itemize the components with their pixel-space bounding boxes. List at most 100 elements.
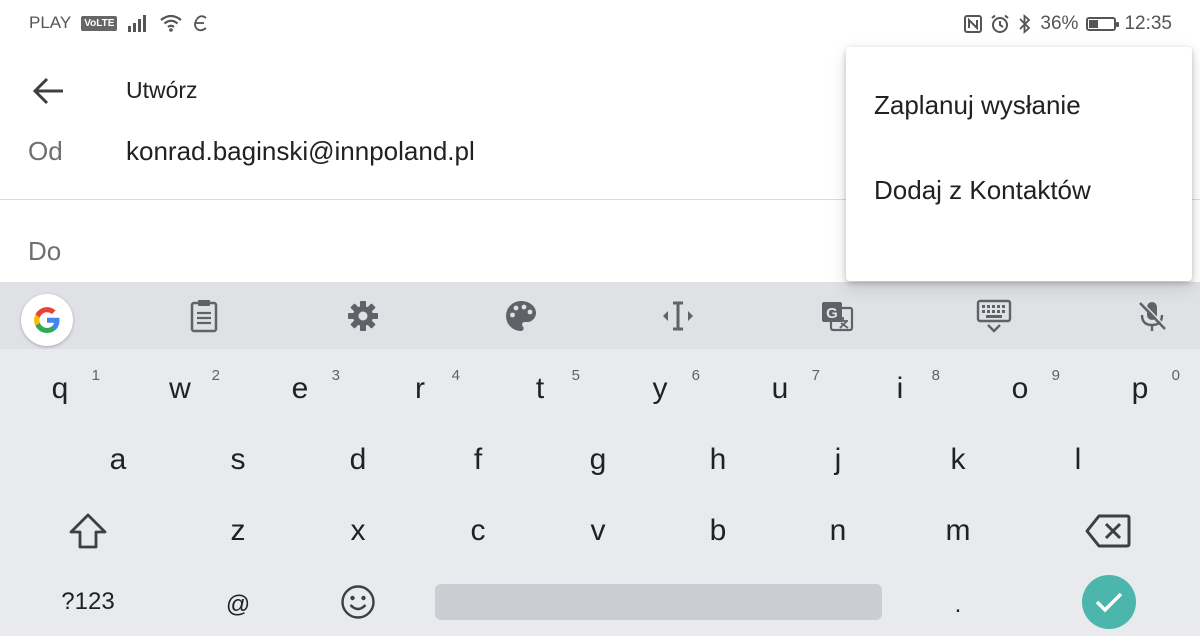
key-hint: 2 xyxy=(211,367,220,384)
e-icon xyxy=(193,14,209,32)
keyboard-mode-button[interactable] xyxy=(972,294,1016,338)
key-hint: 7 xyxy=(811,367,820,384)
clipboard-button[interactable] xyxy=(182,294,226,338)
key-label: d xyxy=(349,443,367,476)
translate-button[interactable]: G xyxy=(815,294,859,338)
key-e[interactable]: e3 xyxy=(250,354,350,424)
key-label: m xyxy=(945,514,971,547)
menu-item-partial[interactable] xyxy=(846,235,1192,281)
keyboard-toolbar: G xyxy=(0,282,1200,349)
arrow-back-icon xyxy=(33,77,63,105)
enter-key[interactable] xyxy=(1082,575,1136,629)
key-label: r xyxy=(415,372,425,405)
key-hint: 0 xyxy=(1171,367,1180,384)
key-hint: 3 xyxy=(331,367,340,384)
nfc-icon xyxy=(964,15,983,33)
shift-icon xyxy=(69,513,107,549)
carrier-label: PLAY xyxy=(29,13,72,32)
backspace-icon xyxy=(1085,514,1131,548)
signal-icon xyxy=(127,14,149,32)
key-p[interactable]: p0 xyxy=(1090,354,1190,424)
key-b[interactable]: b xyxy=(668,496,768,566)
key-hint: 8 xyxy=(931,367,940,384)
key-label: s xyxy=(230,443,246,476)
symbols-key[interactable]: ?123 xyxy=(38,567,138,637)
key-n[interactable]: n xyxy=(788,496,888,566)
at-key[interactable]: @ xyxy=(188,570,288,640)
volte-badge: VoLTE xyxy=(81,15,118,31)
status-bar-right: 36% 12:35 xyxy=(964,13,1172,35)
key-d[interactable]: d xyxy=(308,425,408,495)
key-label: b xyxy=(709,514,727,547)
battery-icon xyxy=(1086,17,1120,31)
key-t[interactable]: t5 xyxy=(490,354,590,424)
key-a[interactable]: a xyxy=(68,425,168,495)
clipboard-icon xyxy=(190,300,218,333)
google-button[interactable] xyxy=(21,294,73,346)
key-label: f xyxy=(473,443,483,476)
key-h[interactable]: h xyxy=(668,425,768,495)
key-label: z xyxy=(230,514,246,547)
backspace-key[interactable] xyxy=(1058,496,1158,566)
palette-icon xyxy=(506,301,537,331)
key-y[interactable]: y6 xyxy=(610,354,710,424)
key-o[interactable]: o9 xyxy=(970,354,1070,424)
key-v[interactable]: v xyxy=(548,496,648,566)
key-u[interactable]: u7 xyxy=(730,354,830,424)
key-k[interactable]: k xyxy=(908,425,1008,495)
key-s[interactable]: s xyxy=(188,425,288,495)
from-field[interactable]: konrad.baginski@innpoland.pl xyxy=(126,136,475,167)
key-z[interactable]: z xyxy=(188,496,288,566)
to-field[interactable]: Do xyxy=(28,236,61,267)
key-i[interactable]: i8 xyxy=(850,354,950,424)
voice-input-button[interactable] xyxy=(1130,294,1174,338)
menu-item-schedule-send[interactable]: Zaplanuj wysłanie xyxy=(846,65,1192,145)
key-m[interactable]: m xyxy=(908,496,1008,566)
settings-button[interactable] xyxy=(341,294,385,338)
key-label: l xyxy=(1074,443,1082,476)
bluetooth-icon xyxy=(1018,14,1032,34)
space-key[interactable] xyxy=(435,584,882,620)
key-hint: 1 xyxy=(91,367,100,384)
menu-item-add-from-contacts[interactable]: Dodaj z Kontaktów xyxy=(846,150,1192,230)
emoji-key[interactable] xyxy=(308,567,408,637)
key-label: h xyxy=(709,443,727,476)
key-w[interactable]: w2 xyxy=(130,354,230,424)
key-label: t xyxy=(535,372,545,405)
key-l[interactable]: l xyxy=(1028,425,1128,495)
key-label: a xyxy=(109,443,127,476)
battery-fill xyxy=(1089,20,1099,28)
theme-button[interactable] xyxy=(499,294,543,338)
google-icon xyxy=(34,307,60,333)
status-bar: PLAY VoLTE 36% 12:35 xyxy=(0,0,1200,48)
alarm-icon xyxy=(990,14,1010,34)
key-hint: 9 xyxy=(1051,367,1060,384)
key-c[interactable]: c xyxy=(428,496,528,566)
period-key[interactable]: . xyxy=(908,570,1008,640)
key-label: u xyxy=(771,372,789,405)
check-icon xyxy=(1095,592,1123,613)
keyboard: G q1w2e3r4t5y6u7i8o9p0asdfghjklzxcvbnm ?… xyxy=(0,282,1200,636)
key-label: p xyxy=(1131,372,1149,405)
key-f[interactable]: f xyxy=(428,425,528,495)
key-label: i xyxy=(896,372,904,405)
key-label: o xyxy=(1011,372,1029,405)
shift-key[interactable] xyxy=(38,496,138,566)
key-g[interactable]: g xyxy=(548,425,648,495)
key-label: g xyxy=(589,443,607,476)
status-bar-left: PLAY VoLTE xyxy=(29,13,209,33)
key-r[interactable]: r4 xyxy=(370,354,470,424)
overflow-menu: Zaplanuj wysłanie Dodaj z Kontaktów xyxy=(846,47,1192,281)
page-title: Utwórz xyxy=(126,77,198,103)
back-button[interactable] xyxy=(30,72,68,110)
key-hint: 4 xyxy=(451,367,460,384)
key-j[interactable]: j xyxy=(788,425,888,495)
key-x[interactable]: x xyxy=(308,496,408,566)
key-q[interactable]: q1 xyxy=(10,354,110,424)
text-cursor-icon xyxy=(663,301,693,331)
text-editing-button[interactable] xyxy=(656,294,700,338)
emoji-icon xyxy=(341,585,375,619)
keyboard-icon xyxy=(976,299,1012,333)
key-hint: 6 xyxy=(691,367,700,384)
key-label: x xyxy=(350,514,366,547)
